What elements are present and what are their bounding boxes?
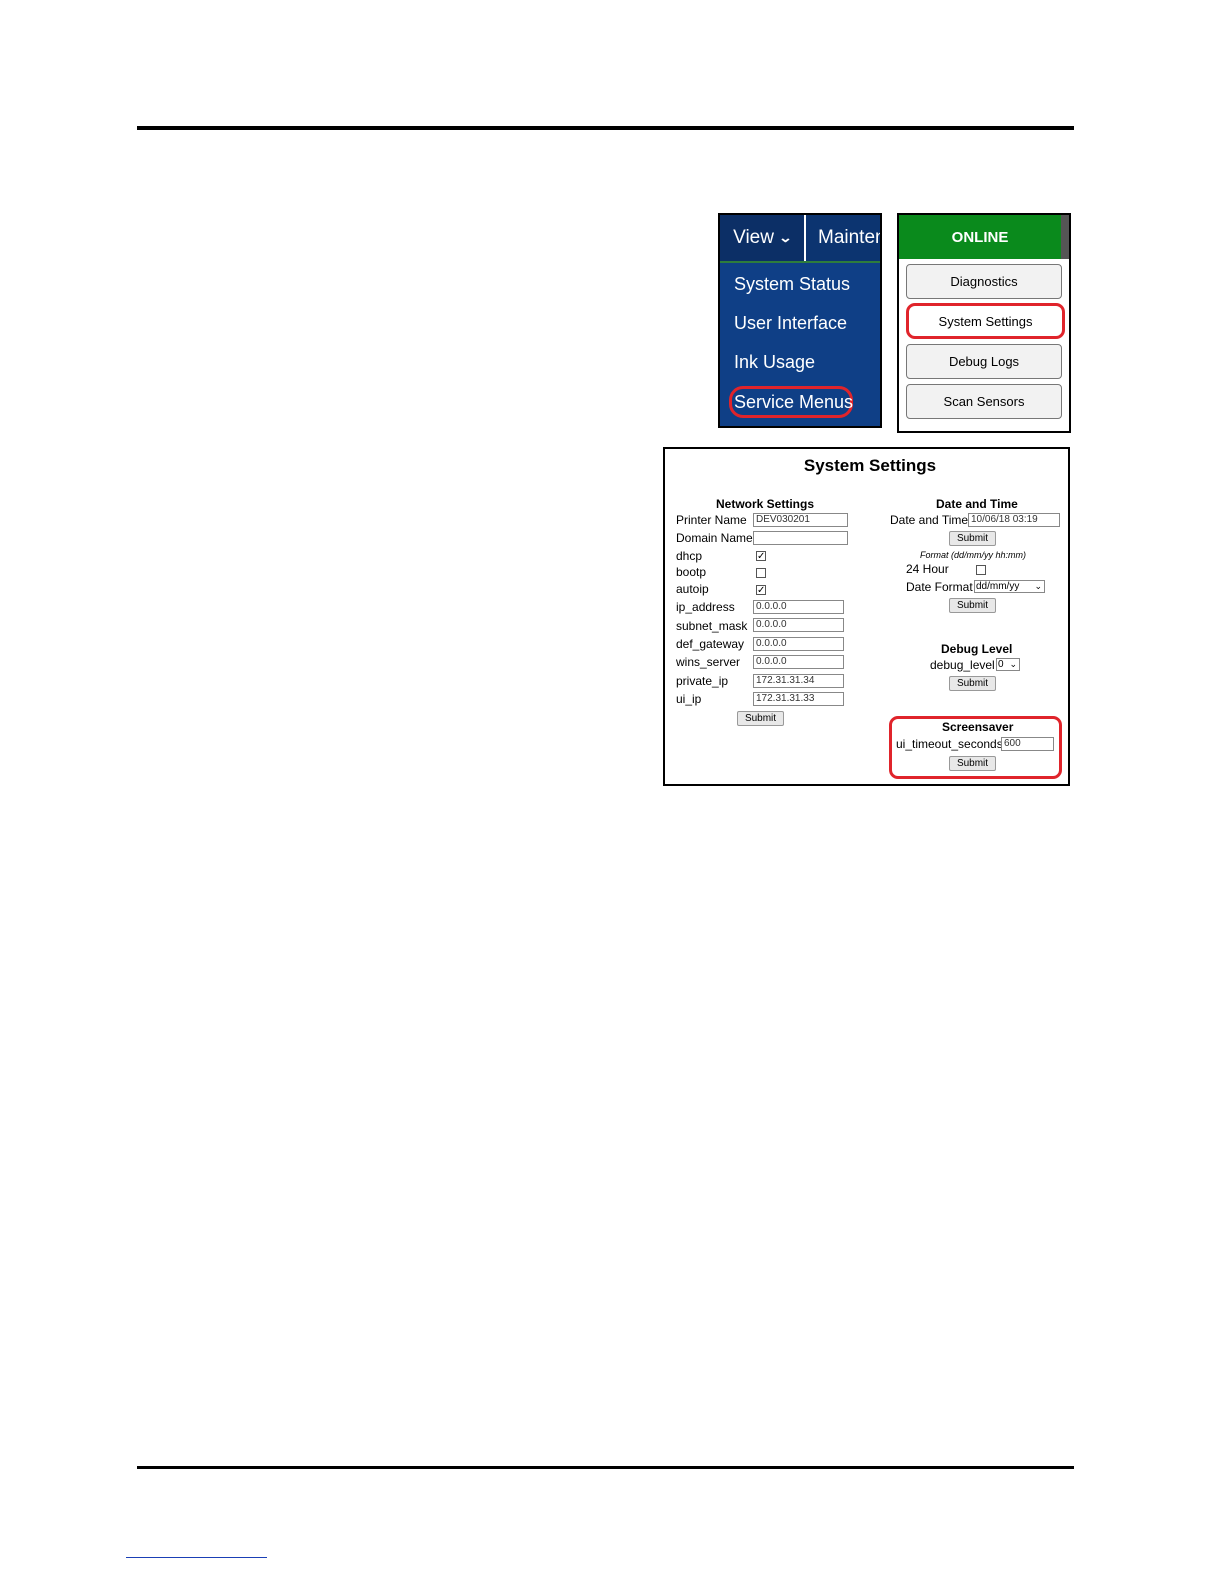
subnet-mask-label: subnet_mask xyxy=(676,619,748,633)
wins-server-input[interactable]: 0.0.0.0 xyxy=(753,655,844,669)
scrollbar[interactable] xyxy=(1061,215,1069,259)
dhcp-label: dhcp xyxy=(676,549,703,563)
menu-item-system-status[interactable]: System Status xyxy=(734,274,850,295)
hour24-checkbox[interactable] xyxy=(976,565,986,575)
date-format-select[interactable]: dd/mm/yy ⌄ xyxy=(974,580,1045,593)
page-title: System Settings xyxy=(803,456,937,475)
printer-name-label: Printer Name xyxy=(676,513,747,527)
debug-level-label: debug_level xyxy=(930,658,995,672)
online-status-banner: ONLINE xyxy=(899,215,1061,259)
date-format-submit-button[interactable]: Submit xyxy=(949,598,996,613)
def-gateway-input[interactable]: 0.0.0.0 xyxy=(753,637,844,651)
printer-name-input[interactable]: DEV030201 xyxy=(753,513,848,527)
bootp-label: bootp xyxy=(676,565,707,579)
maintenance-menu-button[interactable]: Mainten xyxy=(818,215,880,261)
system-settings-panel: System Settings Network Settings Printer… xyxy=(663,447,1070,786)
def-gateway-label: def_gateway xyxy=(676,637,745,651)
view-label: View xyxy=(733,227,774,248)
diagnostics-button[interactable]: Diagnostics xyxy=(906,264,1062,299)
autoip-label: autoip xyxy=(676,582,709,596)
menu-item-user-interface[interactable]: User Interface xyxy=(734,313,847,334)
date-time-input[interactable]: 10/06/18 03:19 xyxy=(968,513,1060,527)
chevron-down-icon: ⌄ xyxy=(1034,581,1042,591)
footer-link-underline xyxy=(126,1557,267,1558)
wins-server-label: wins_server xyxy=(676,655,741,669)
private-ip-label: private_ip xyxy=(676,674,729,688)
domain-name-label: Domain Name xyxy=(676,531,753,545)
network-submit-button[interactable]: Submit xyxy=(737,711,784,726)
debug-submit-button[interactable]: Submit xyxy=(949,676,996,691)
ip-address-label: ip_address xyxy=(676,600,735,614)
service-menu-panel: ONLINE Diagnostics System Settings Debug… xyxy=(897,213,1071,433)
menu-item-ink-usage[interactable]: Ink Usage xyxy=(734,352,815,373)
autoip-checkbox[interactable]: ✓ xyxy=(756,585,766,596)
footer-rule xyxy=(137,1466,1074,1469)
hour24-label: 24 Hour xyxy=(906,562,949,576)
date-format-value: dd/mm/yy xyxy=(976,581,1020,592)
chevron-down-icon: ⌄ xyxy=(778,230,793,245)
ui-ip-input[interactable]: 172.31.31.33 xyxy=(753,692,844,706)
date-time-label: Date and Time xyxy=(890,513,969,527)
ui-timeout-input[interactable]: 600 xyxy=(1001,737,1054,751)
ui-ip-label: ui_ip xyxy=(676,692,702,706)
dhcp-checkbox[interactable]: ✓ xyxy=(756,551,766,562)
format-hint: Format (dd/mm/yy hh:mm) xyxy=(920,550,1027,560)
system-settings-button[interactable]: System Settings xyxy=(906,303,1065,339)
screensaver-submit-button[interactable]: Submit xyxy=(949,756,996,771)
scan-sensors-button[interactable]: Scan Sensors xyxy=(906,384,1062,419)
menu-underline xyxy=(720,261,880,263)
ui-timeout-label: ui_timeout_seconds xyxy=(896,737,1003,751)
menu-divider xyxy=(804,215,806,261)
bootp-checkbox[interactable] xyxy=(756,568,766,578)
view-menu-button[interactable]: View ⌄ xyxy=(720,215,804,261)
view-menu-panel: View ⌄ Mainten System Status User Interf… xyxy=(718,213,882,428)
subnet-mask-input[interactable]: 0.0.0.0 xyxy=(753,618,844,632)
private-ip-input[interactable]: 172.31.31.34 xyxy=(753,674,844,688)
header-rule xyxy=(137,126,1074,130)
screensaver-heading: Screensaver xyxy=(942,720,1014,734)
domain-name-input[interactable] xyxy=(753,531,848,545)
date-format-label: Date Format xyxy=(906,580,973,594)
debug-logs-button[interactable]: Debug Logs xyxy=(906,344,1062,379)
ip-address-input[interactable]: 0.0.0.0 xyxy=(753,600,844,614)
menu-item-service-menus[interactable]: Service Menus xyxy=(734,392,853,413)
chevron-down-icon: ⌄ xyxy=(1009,659,1017,669)
network-settings-heading: Network Settings xyxy=(716,497,815,511)
debug-level-heading: Debug Level xyxy=(941,642,1013,656)
debug-level-value: 0 xyxy=(998,659,1004,670)
date-time-submit-button[interactable]: Submit xyxy=(949,531,996,546)
debug-level-select[interactable]: 0 ⌄ xyxy=(996,658,1020,671)
date-time-heading: Date and Time xyxy=(936,497,1018,511)
